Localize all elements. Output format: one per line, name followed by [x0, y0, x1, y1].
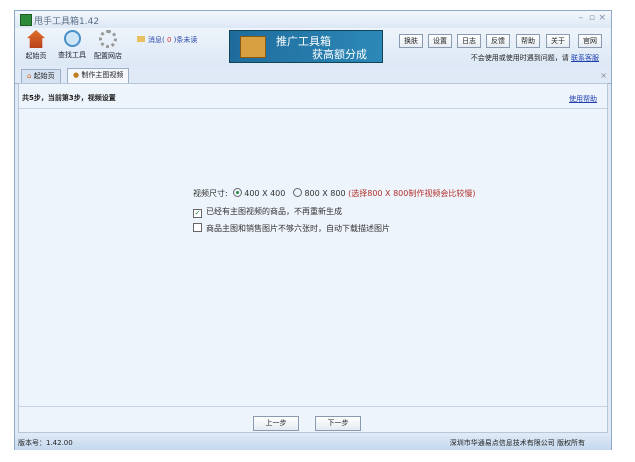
skip-existing-row[interactable]: ✓ 已经有主图视频的商品，不再重新生成	[193, 206, 342, 218]
size-400-label[interactable]: 400 X 400	[244, 189, 285, 198]
maximize-button[interactable]: ▫	[589, 13, 595, 23]
content-panel: 共5步，当前第3步，视频设置 使用帮助 视频尺寸: 400 X 400 800 …	[18, 83, 608, 433]
usage-help-link[interactable]: 使用帮助	[569, 94, 597, 104]
checkbox-label[interactable]: 商品主图和销售图片不够六张时，自动下载描述图片	[206, 224, 390, 233]
banner-line2: 获高额分成	[312, 48, 367, 61]
status-bar: 版本号：1.42.00 深圳市华通易点信息技术有限公司 版权所有	[15, 436, 611, 450]
size-800-radio[interactable]	[293, 188, 303, 197]
step-indicator: 共5步，当前第3步，视频设置	[22, 94, 116, 102]
size-400-radio[interactable]	[233, 188, 243, 197]
title-bar: 甩手工具箱1.42 – ▫ ×	[15, 11, 611, 28]
close-tab-icon[interactable]: ×	[600, 71, 607, 80]
tool-label: 配置网店	[94, 52, 122, 60]
size-label: 视频尺寸:	[193, 189, 228, 198]
skip-existing-checkbox[interactable]: ✓	[193, 209, 202, 218]
feedback-button[interactable]: 反馈	[486, 34, 510, 48]
app-window: 甩手工具箱1.42 – ▫ × 起始页 查找工具 配置网店 消息( 0 )条未读…	[14, 10, 612, 450]
promo-banner[interactable]: 推广工具箱 获高额分成	[229, 30, 383, 63]
close-button[interactable]: ×	[598, 13, 606, 23]
divider	[19, 406, 607, 407]
checkbox-label[interactable]: 已经有主图视频的商品，不再重新生成	[206, 207, 342, 216]
website-button[interactable]: 官网	[578, 34, 602, 48]
tab-label: 起始页	[33, 72, 55, 80]
search-icon	[63, 30, 81, 47]
find-tool[interactable]: 查找工具	[55, 30, 89, 60]
auto-download-row[interactable]: 商品主图和销售图片不够六张时，自动下载描述图片	[193, 223, 390, 234]
tool-label: 起始页	[25, 52, 47, 60]
video-icon: ●	[73, 71, 80, 79]
tab-label: 制作主图视频	[81, 71, 124, 79]
message-prefix: 消息(	[148, 36, 165, 44]
copyright-text: 深圳市华通易点信息技术有限公司 版权所有	[449, 439, 585, 447]
contact-support-link[interactable]: 联系客服	[571, 54, 599, 62]
gear-icon	[99, 30, 117, 48]
about-button[interactable]: 关于	[546, 34, 570, 48]
video-size-row: 视频尺寸: 400 X 400 800 X 800 (选择800 X 800制作…	[193, 188, 475, 199]
home-icon	[27, 30, 45, 48]
tab-bar: ⌂ 起始页 ● 制作主图视频 ×	[15, 66, 611, 84]
size-warning: (选择800 X 800制作视频会比较慢)	[348, 189, 476, 198]
tab-make-video[interactable]: ● 制作主图视频	[67, 68, 130, 83]
app-logo-icon	[20, 14, 32, 26]
skin-button[interactable]: 换肤	[399, 34, 423, 48]
message-count: 0	[166, 36, 172, 44]
tool-label: 查找工具	[58, 51, 86, 59]
divider	[19, 108, 607, 109]
log-button[interactable]: 日志	[457, 34, 481, 48]
minimize-button[interactable]: –	[579, 13, 584, 23]
message-link[interactable]: 消息( 0 )条未读	[137, 35, 197, 45]
home-tool[interactable]: 起始页	[19, 30, 53, 61]
help-button[interactable]: 帮助	[516, 34, 540, 48]
size-800-label[interactable]: 800 X 800	[304, 189, 345, 198]
home-icon: ⌂	[27, 72, 32, 80]
version-text: 版本号：1.42.00	[18, 439, 73, 447]
treasure-chest-icon	[240, 36, 266, 58]
config-shop-tool[interactable]: 配置网店	[91, 30, 125, 61]
support-hint: 不会使用或使用时遇到问题，请 联系客服	[471, 53, 599, 63]
prev-step-button[interactable]: 上一步	[253, 416, 299, 431]
window-title: 甩手工具箱1.42	[34, 17, 100, 27]
toolbar: 起始页 查找工具 配置网店 消息( 0 )条未读 推广工具箱 获高额分成 换肤 …	[15, 28, 611, 66]
settings-button[interactable]: 设置	[428, 34, 452, 48]
next-step-button[interactable]: 下一步	[315, 416, 361, 431]
auto-download-checkbox[interactable]	[193, 223, 202, 232]
hint-text: 不会使用或使用时遇到问题，请	[470, 54, 569, 62]
message-suffix: )条未读	[173, 36, 198, 44]
tab-home[interactable]: ⌂ 起始页	[21, 69, 61, 83]
mail-icon	[137, 36, 145, 42]
